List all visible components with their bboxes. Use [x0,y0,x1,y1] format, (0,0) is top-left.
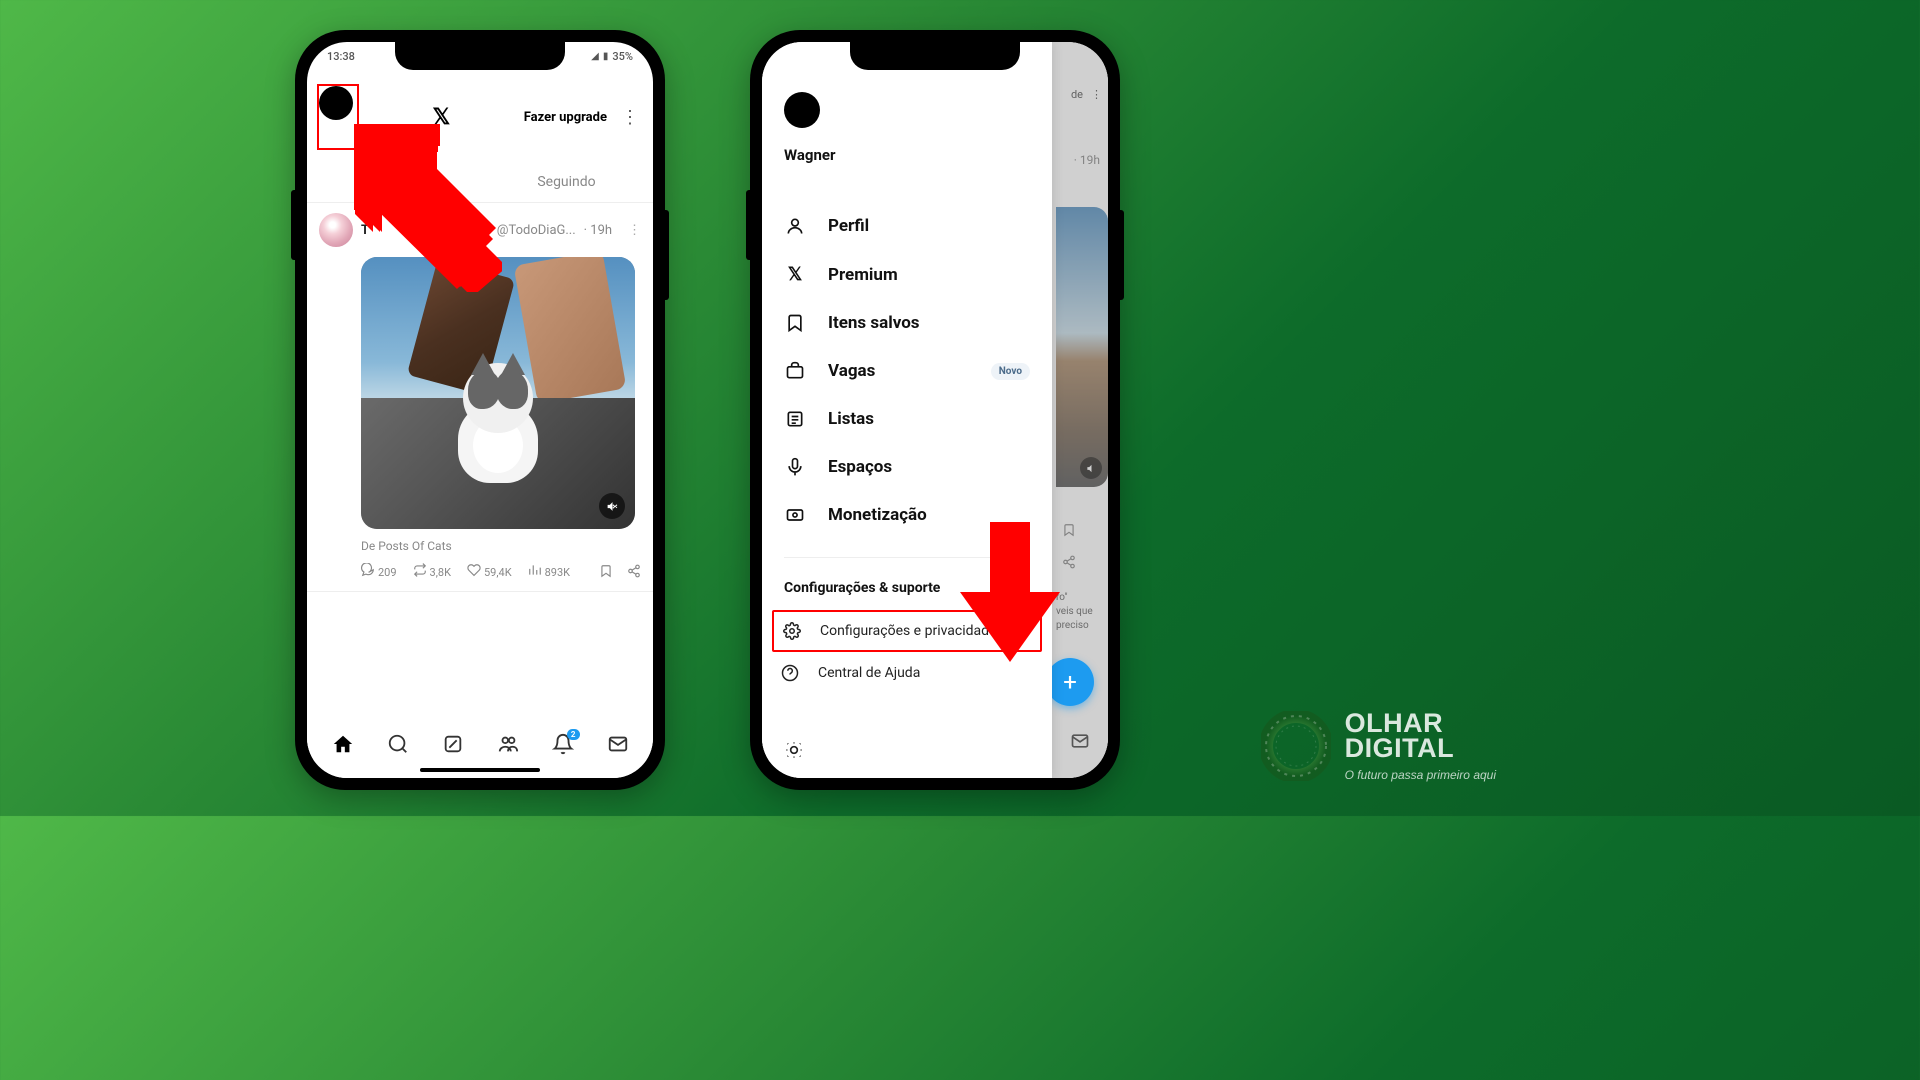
drawer-item-monetization[interactable]: Monetização [784,491,1030,539]
tweet-author-avatar[interactable] [319,213,353,247]
tweet-author-name-suffix: inhos [435,223,467,238]
help-icon [780,664,800,682]
tweet-author-name-prefix: T [361,223,369,238]
nav-search-icon[interactable] [387,733,409,760]
settings-support-section[interactable]: Configurações & suporte ︿ [762,566,1052,610]
tweet-author-handle: @TodoDiaG... [497,223,576,238]
drawer-item-spaces[interactable]: Espaços [784,443,1030,491]
signal-icon: ◢ [591,51,599,62]
status-time: 13:38 [327,50,355,63]
views-button[interactable]: 893K [528,563,570,581]
brand-mark-icon [1261,711,1331,781]
nav-messages-icon[interactable] [1070,731,1090,756]
tweet-card[interactable]: T inhos 🐾 @TodoDiaG... · 19h ⋮ [307,203,653,592]
heart-icon [467,563,481,581]
phone-notch [395,42,565,70]
drawer-item-help-center[interactable]: Central de Ajuda [762,652,1052,694]
like-button[interactable]: 59,4K [467,563,512,581]
tweet-caption: De Posts Of Cats [361,539,641,553]
battery-icon: ▮ [603,51,609,62]
briefcase-icon [784,361,806,381]
divider [784,557,1030,558]
brand-name-line2: DIGITAL [1345,736,1496,762]
reply-button[interactable]: 209 [361,563,397,581]
nav-communities-icon[interactable] [497,733,519,760]
paw-emoji-icon: 🐾 [475,224,489,237]
phone-mockup-2: 13:38 ◢ ▮ 35% de ⋮ · 19h [750,30,1120,790]
drawer-item-settings-privacy[interactable]: Configurações e privacidade [772,610,1042,652]
bookmark-icon [784,313,806,333]
monetization-icon [784,505,806,525]
tab-following[interactable]: Seguindo [480,164,653,202]
drawer-item-profile[interactable]: Perfil [784,202,1030,250]
bookmark-icon[interactable] [599,564,613,581]
x-logo-icon: 𝕏 [784,264,806,285]
chevron-up-icon: ︿ [1016,578,1030,598]
drawer-avatar[interactable] [784,92,820,128]
compose-fab[interactable]: + [1046,658,1094,706]
navigation-drawer: Wagner Perfil 𝕏 Premium [762,42,1052,778]
drawer-username: Wagner [784,146,1030,164]
drawer-item-premium[interactable]: 𝕏 Premium [784,250,1030,299]
repost-button[interactable]: 3,8K [413,563,451,581]
theme-toggle-icon[interactable] [784,740,804,764]
reply-icon [361,563,375,581]
phone-notch [850,42,1020,70]
notification-badge: 2 [567,729,580,740]
tweet-time: · 19h [584,223,612,238]
profile-icon [784,216,806,236]
brand-tagline: O futuro passa primeiro aqui [1345,768,1496,782]
spaces-icon [784,457,806,477]
share-icon[interactable] [627,564,641,581]
olhar-digital-logo: OLHAR DIGITAL O futuro passa primeiro aq… [1261,711,1496,782]
repost-icon [413,563,427,581]
tweet-more-icon[interactable]: ⋮ [628,223,641,238]
tweet-actions: 209 3,8K 59,4K [361,563,641,581]
new-badge: Novo [991,363,1030,380]
status-battery: 35% [612,50,633,63]
nav-messages-icon[interactable] [607,733,629,760]
phone-mockup-1: 13:38 ◢ ▮ 35% 𝕏 Fazer upgrade ⋮ [295,30,665,790]
nav-grok-icon[interactable] [442,733,464,760]
mute-icon[interactable] [599,493,625,519]
drawer-item-jobs[interactable]: Vagas Novo [784,347,1030,395]
drawer-item-bookmarks[interactable]: Itens salvos [784,299,1030,347]
nav-notifications-icon[interactable]: 2 [552,733,574,760]
tab-for-you[interactable]: P [307,164,480,202]
drawer-item-lists[interactable]: Listas [784,395,1030,443]
profile-avatar-button[interactable] [319,86,353,120]
home-indicator [420,768,540,772]
avatar-highlight-box [317,84,359,150]
more-options-icon[interactable]: ⋮ [617,107,643,128]
feed-tabs: P Seguindo [307,164,653,203]
x-logo-icon: 𝕏 [432,104,450,130]
upgrade-button[interactable]: Fazer upgrade [524,110,607,125]
nav-home-icon[interactable] [332,733,354,760]
gear-icon [782,622,802,640]
views-icon [528,563,542,581]
tweet-media[interactable] [361,257,635,529]
lists-icon [784,409,806,429]
